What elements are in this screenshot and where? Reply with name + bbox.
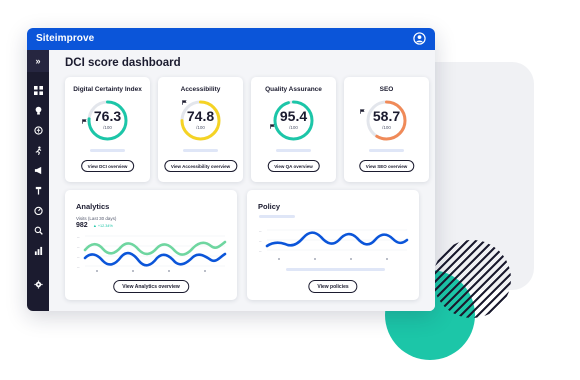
placeholder-bar bbox=[276, 149, 311, 152]
axis-dot bbox=[204, 270, 206, 272]
analytics-search-icon bbox=[34, 226, 43, 235]
score-card-seo: SEO 58.7 /100 View SEO overview bbox=[344, 77, 429, 182]
user-avatar-icon[interactable] bbox=[413, 32, 426, 45]
view-policies-button[interactable]: View policies bbox=[308, 280, 358, 293]
axis-tick: — bbox=[259, 240, 262, 243]
placeholder-bar bbox=[369, 149, 404, 152]
card-title: Digital Certainty Index bbox=[73, 86, 142, 93]
sidebar-item-tools[interactable] bbox=[27, 182, 49, 198]
axis-tick: — bbox=[259, 250, 262, 253]
score-value: 76.3 bbox=[93, 108, 122, 124]
score-card-dci: Digital Certainty Index 76.3 /100 View D… bbox=[65, 77, 150, 182]
placeholder-bar bbox=[286, 268, 385, 271]
sidebar-toggle-button[interactable]: » bbox=[27, 50, 49, 72]
analytics-card: Analytics Visits (Last 30 days) 982 ▲ +1… bbox=[65, 190, 237, 300]
sidebar-item-dashboard[interactable] bbox=[27, 82, 49, 98]
analytics-line-chart: — — — — bbox=[77, 235, 227, 272]
sidebar-item-analytics[interactable] bbox=[27, 222, 49, 238]
flag-icon bbox=[182, 100, 187, 105]
main-content: DCI score dashboard Digital Certainty In… bbox=[49, 50, 435, 311]
axis-dot bbox=[168, 270, 170, 272]
score-value: 74.8 bbox=[186, 108, 215, 124]
placeholder-bar bbox=[259, 215, 295, 218]
settings-icon bbox=[33, 279, 43, 289]
accessibility-icon bbox=[33, 125, 43, 135]
view-accessibility-overview-button[interactable]: View Accessibility overview bbox=[163, 160, 238, 172]
app-window: Siteimprove » DCI score dashboard Digita… bbox=[27, 28, 435, 311]
axis-tick: — bbox=[77, 266, 80, 269]
sidebar-item-performance[interactable] bbox=[27, 202, 49, 218]
axis-tick: — bbox=[77, 246, 80, 249]
score-max: /100 bbox=[289, 125, 298, 130]
axis-tick: — bbox=[77, 256, 80, 259]
view-analytics-overview-button[interactable]: View Analytics overview bbox=[113, 280, 189, 293]
axis-tick: — bbox=[77, 236, 80, 239]
card-title: SEO bbox=[379, 86, 394, 93]
visits-value: 982 bbox=[76, 222, 88, 229]
score-card-accessibility: Accessibility 74.8 /100 View Accessibili… bbox=[158, 77, 243, 182]
score-card-quality-assurance: Quality Assurance 95.4 /100 View QA over… bbox=[251, 77, 336, 182]
policy-title: Policy bbox=[258, 202, 281, 211]
sidebar-item-reports[interactable] bbox=[27, 242, 49, 258]
decorative-striped-circle bbox=[433, 240, 511, 318]
speedometer-icon bbox=[33, 206, 43, 215]
axis-dot bbox=[350, 258, 352, 260]
placeholder-bar bbox=[90, 149, 125, 152]
score-max: /100 bbox=[196, 125, 205, 130]
lightbulb-icon bbox=[35, 106, 41, 115]
page-title: DCI score dashboard bbox=[65, 57, 181, 69]
card-title: Quality Assurance bbox=[265, 86, 322, 93]
placeholder-bar bbox=[183, 149, 218, 152]
score-max: /100 bbox=[382, 125, 391, 130]
analytics-series-primary bbox=[83, 251, 227, 267]
top-bar: Siteimprove bbox=[27, 28, 435, 50]
sidebar-item-quality[interactable] bbox=[27, 142, 49, 158]
score-value: 95.4 bbox=[279, 108, 308, 124]
sidebar-item-marketing[interactable] bbox=[27, 162, 49, 178]
policy-line-chart: — — — bbox=[259, 229, 409, 260]
axis-dot bbox=[96, 270, 98, 272]
policy-card: Policy — — — View policies bbox=[247, 190, 419, 300]
view-seo-overview-button[interactable]: View SEO overview bbox=[358, 160, 415, 172]
sidebar-item-settings[interactable] bbox=[27, 276, 49, 292]
sidebar-item-insights[interactable] bbox=[27, 102, 49, 118]
grid-icon bbox=[33, 85, 43, 95]
score-max: /100 bbox=[103, 125, 112, 130]
axis-dot bbox=[132, 270, 134, 272]
card-title: Accessibility bbox=[180, 86, 221, 93]
brand-logo[interactable]: Siteimprove bbox=[36, 33, 94, 44]
megaphone-icon bbox=[34, 166, 41, 174]
score-value: 58.7 bbox=[372, 108, 401, 124]
bar-chart-icon bbox=[34, 246, 42, 255]
sidebar-item-accessibility[interactable] bbox=[27, 122, 49, 138]
view-dci-overview-button[interactable]: View DCI overview bbox=[80, 160, 135, 172]
view-qa-overview-button[interactable]: View QA overview bbox=[267, 160, 320, 172]
axis-dot bbox=[278, 258, 280, 260]
hammer-icon bbox=[35, 186, 41, 195]
axis-tick: — bbox=[259, 230, 262, 233]
axis-dot bbox=[386, 258, 388, 260]
sidebar: » bbox=[27, 50, 49, 311]
running-person-icon bbox=[35, 145, 41, 155]
analytics-title: Analytics bbox=[76, 202, 110, 211]
policy-series bbox=[265, 231, 409, 248]
visits-delta: ▲ +12.34% bbox=[93, 224, 113, 228]
analytics-series-secondary bbox=[83, 240, 227, 256]
axis-dot bbox=[314, 258, 316, 260]
visits-label: Visits (Last 30 days) bbox=[76, 216, 117, 221]
